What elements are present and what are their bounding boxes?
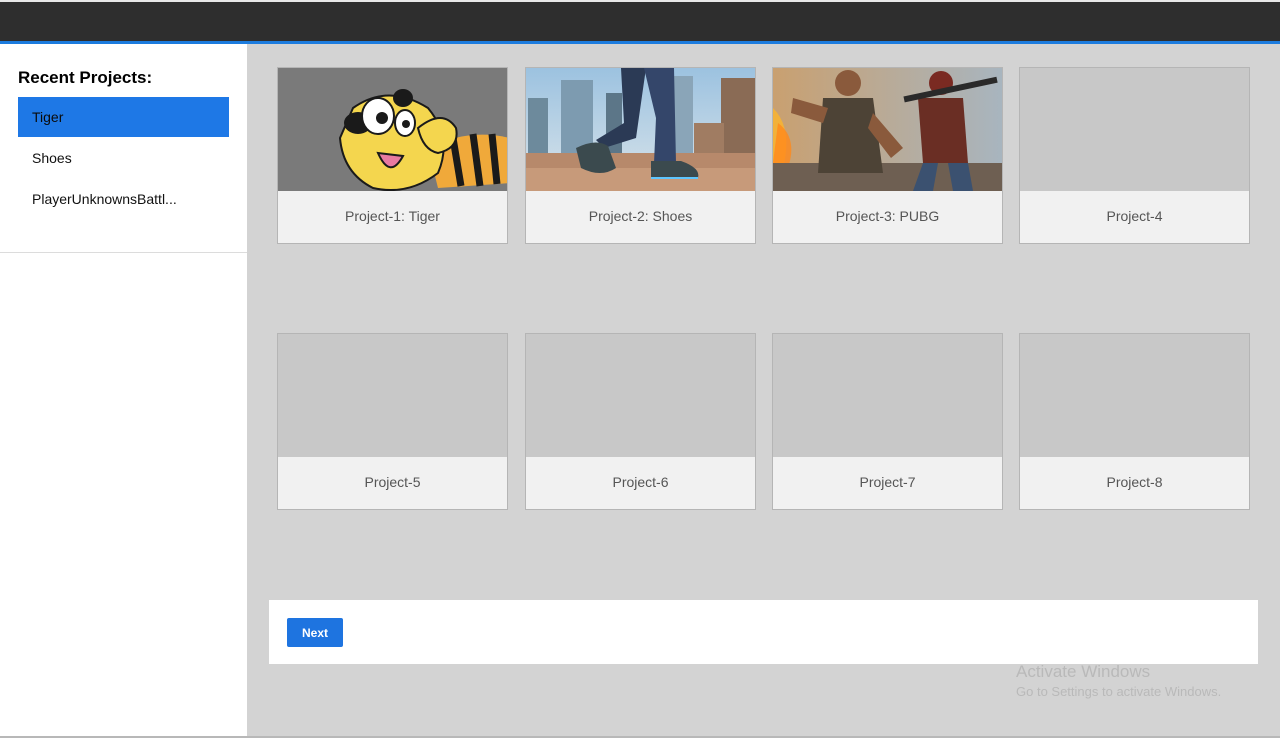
sidebar: Recent Projects: Tiger Shoes PlayerUnkno… [0, 44, 247, 738]
project-label: Project-4 [1020, 191, 1249, 243]
project-card-1[interactable]: Project-1: Tiger [277, 67, 508, 244]
project-thumbnail-empty [1020, 68, 1249, 191]
project-label: Project-1: Tiger [278, 191, 507, 243]
project-label: Project-8 [1020, 457, 1249, 509]
next-button[interactable]: Next [287, 618, 343, 647]
project-label: Project-7 [773, 457, 1002, 509]
project-card-8[interactable]: Project-8 [1019, 333, 1250, 510]
project-card-4[interactable]: Project-4 [1019, 67, 1250, 244]
project-label: Project-2: Shoes [526, 191, 755, 243]
activate-windows-watermark: Activate Windows Go to Settings to activ… [1016, 662, 1221, 699]
top-bar [0, 0, 1280, 41]
project-thumbnail-empty [773, 334, 1002, 457]
project-card-5[interactable]: Project-5 [277, 333, 508, 510]
project-label: Project-3: PUBG [773, 191, 1002, 243]
project-card-7[interactable]: Project-7 [772, 333, 1003, 510]
project-label: Project-5 [278, 457, 507, 509]
project-card-2[interactable]: Project-2: Shoes [525, 67, 756, 244]
project-label: Project-6 [526, 457, 755, 509]
project-thumbnail-empty [278, 334, 507, 457]
sidebar-item-tiger[interactable]: Tiger [18, 97, 229, 137]
watermark-subtitle: Go to Settings to activate Windows. [1016, 684, 1222, 699]
footer-panel: Next [269, 600, 1258, 664]
sidebar-title: Recent Projects: [18, 68, 153, 87]
project-thumbnail-empty [526, 334, 755, 457]
project-card-6[interactable]: Project-6 [525, 333, 756, 510]
project-thumbnail-empty [1020, 334, 1249, 457]
sidebar-item-shoes[interactable]: Shoes [18, 138, 229, 178]
sidebar-item-pubg[interactable]: PlayerUnknownsBattl... [18, 179, 229, 219]
project-card-3[interactable]: Project-3: PUBG [772, 67, 1003, 244]
watermark-title: Activate Windows [1016, 662, 1151, 681]
sidebar-divider [0, 252, 247, 253]
project-thumbnail-pubg [773, 68, 1002, 191]
project-thumbnail-tiger [278, 68, 507, 191]
project-thumbnail-shoes [526, 68, 755, 191]
